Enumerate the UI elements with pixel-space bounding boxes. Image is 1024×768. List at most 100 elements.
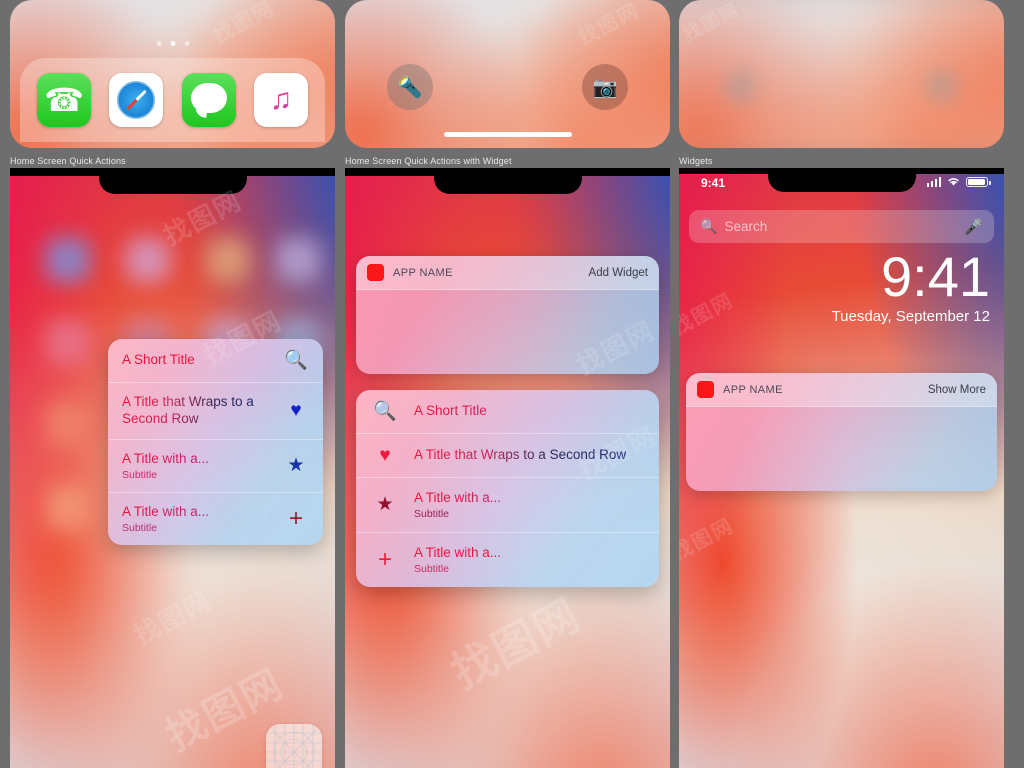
star-icon: ★ xyxy=(287,455,305,477)
quick-action-title: A Title that Wraps to a Second Row xyxy=(414,447,643,464)
home-indicator[interactable] xyxy=(443,132,572,137)
quick-action-subtitle: Subtitle xyxy=(414,562,450,575)
show-more-button[interactable]: Show More xyxy=(928,384,986,396)
search-icon: 🔍 xyxy=(700,218,718,234)
quick-action-item[interactable]: A Title with a... Subtitle ★ xyxy=(108,440,323,493)
flashlight-button[interactable]: 🔦 xyxy=(387,64,433,110)
add-widget-button[interactable]: Add Widget xyxy=(589,267,648,279)
ghost-flashlight-button xyxy=(715,60,767,112)
quick-action-text: A Title that Wraps to a Second Row xyxy=(414,447,643,464)
app-blob xyxy=(46,320,90,364)
camera-icon: 📷 xyxy=(592,76,618,99)
dock-app-phone[interactable]: ☎ xyxy=(37,73,92,127)
page-dot-2-active xyxy=(170,41,175,46)
caption-quick-actions: Home Screen Quick Actions xyxy=(10,156,126,166)
phone-icon: ☎ xyxy=(44,82,85,118)
signal-bars-icon xyxy=(926,176,941,187)
phone-screen-lock-buttons: 🔦 📷 找图网 xyxy=(345,0,670,148)
heart-icon: ♥ xyxy=(290,400,302,422)
app-icon xyxy=(697,381,714,398)
panel-home-screen-dock: ☎ ♫ 找图网 xyxy=(10,0,335,148)
quick-action-subtitle: Subtitle xyxy=(122,521,158,534)
quick-actions-menu[interactable]: A Short Title 🔍 A Title that Wraps to a … xyxy=(108,339,323,545)
speech-bubble-tail-icon xyxy=(193,106,208,118)
phone-screen-quick-actions: A Short Title 🔍 A Title that Wraps to a … xyxy=(10,168,335,768)
search-bar[interactable]: 🔍 Search 🎤 xyxy=(689,210,994,243)
lock-screen-clock: 9:41 Tuesday, September 12 xyxy=(832,245,990,325)
music-note-icon: ♫ xyxy=(254,73,308,127)
quick-action-title: A Title with a... xyxy=(122,504,283,521)
app-blob xyxy=(276,238,320,282)
widget-header: APP NAME Add Widget xyxy=(356,256,659,290)
panel-blurred-preview: 找图网 xyxy=(679,0,1004,148)
app-blob xyxy=(46,402,90,446)
lock-screen-time: 9:41 xyxy=(881,245,990,308)
panel-lock-screen-buttons: 🔦 📷 找图网 xyxy=(345,0,670,148)
camera-button[interactable]: 📷 xyxy=(582,64,628,110)
compass-needle-icon xyxy=(126,89,147,111)
quick-action-title: A Title with a... xyxy=(414,490,643,507)
microphone-icon[interactable]: 🎤 xyxy=(964,218,983,236)
panel-quick-actions-with-widget: APP NAME Add Widget 🔍 A Short Title ♥ A … xyxy=(345,168,670,768)
quick-action-title: A Title with a... xyxy=(122,451,283,468)
app-icon-grid-template xyxy=(266,724,322,768)
quick-action-title: A Title with a... xyxy=(414,544,502,560)
widget-body xyxy=(686,407,997,491)
page-dots xyxy=(156,41,189,46)
quick-action-text: A Short Title xyxy=(414,403,643,420)
quick-action-text: A Title with a... Subtitle xyxy=(414,545,643,575)
wifi-icon xyxy=(948,178,959,186)
app-blob xyxy=(46,238,90,282)
quick-action-text: A Short Title xyxy=(122,352,283,369)
quick-action-item[interactable]: ♥ A Title that Wraps to a Second Row xyxy=(356,434,659,478)
quick-action-text: A Title with a... Subtitle xyxy=(414,490,643,520)
quick-actions-menu[interactable]: 🔍 A Short Title ♥ A Title that Wraps to … xyxy=(356,390,659,587)
status-bar-indicators xyxy=(926,176,991,187)
ghost-camera-button xyxy=(916,60,968,112)
dock-app-safari[interactable] xyxy=(109,73,164,127)
dock-app-music[interactable]: ♫ xyxy=(253,73,308,127)
heart-icon: ♥ xyxy=(379,445,391,466)
widget-app-name: APP NAME xyxy=(723,383,783,396)
widget-card[interactable]: APP NAME Add Widget xyxy=(356,256,659,374)
quick-action-text: A Title with a... Subtitle xyxy=(122,451,283,481)
dock-tray: ☎ ♫ xyxy=(20,58,325,142)
quick-action-title: A Short Title xyxy=(414,403,643,420)
phone-screen-widgets: 9:41 🔍 Search 🎤 9:41 Tuesday, September … xyxy=(679,168,1004,768)
panel-quick-actions: A Short Title 🔍 A Title that Wraps to a … xyxy=(10,168,335,768)
plus-icon: + xyxy=(288,504,303,532)
quick-action-subtitle: Subtitle xyxy=(122,468,158,481)
widget-app-name: APP NAME xyxy=(393,266,453,279)
app-blob xyxy=(206,238,250,282)
quick-action-item[interactable]: A Short Title 🔍 xyxy=(108,339,323,383)
widget-body xyxy=(356,290,659,374)
quick-action-title: A Short Title xyxy=(122,352,195,368)
device-notch xyxy=(433,168,582,194)
phone-screen-blurred: 找图网 xyxy=(679,0,1004,148)
battery-icon xyxy=(966,176,991,187)
app-icon xyxy=(367,264,384,281)
widget-header: APP NAME Show More xyxy=(686,373,997,407)
compass-icon xyxy=(115,79,158,121)
quick-action-item[interactable]: ★ A Title with a... Subtitle xyxy=(356,478,659,533)
quick-action-text: A Title with a... Subtitle xyxy=(122,504,283,534)
quick-action-item[interactable]: A Title with a... Subtitle + xyxy=(108,493,323,545)
search-icon: 🔍 xyxy=(373,401,397,422)
quick-action-item[interactable]: + A Title with a... Subtitle xyxy=(356,533,659,587)
phone-screen-quick-actions-widget: APP NAME Add Widget 🔍 A Short Title ♥ A … xyxy=(345,168,670,768)
quick-action-text: A Title that Wraps to a Second Row xyxy=(122,394,283,428)
widget-card[interactable]: APP NAME Show More xyxy=(686,373,997,491)
quick-action-item[interactable]: 🔍 A Short Title xyxy=(356,390,659,434)
panel-widgets: 9:41 🔍 Search 🎤 9:41 Tuesday, September … xyxy=(679,168,1004,768)
device-notch xyxy=(98,168,247,194)
search-input[interactable]: Search xyxy=(724,219,964,234)
dock-app-messages[interactable] xyxy=(181,73,236,127)
quick-action-item[interactable]: A Title that Wraps to a Second Row ♥ xyxy=(108,383,323,440)
page-dot-1 xyxy=(156,41,161,46)
status-bar: 9:41 xyxy=(679,168,1004,198)
quick-action-title: A Title that Wraps to a Second Row xyxy=(122,394,283,428)
phone-screen-dock: ☎ ♫ 找图网 xyxy=(10,0,335,148)
app-blob xyxy=(46,486,90,530)
caption-widgets: Widgets xyxy=(679,156,713,166)
star-icon: ★ xyxy=(376,494,394,516)
